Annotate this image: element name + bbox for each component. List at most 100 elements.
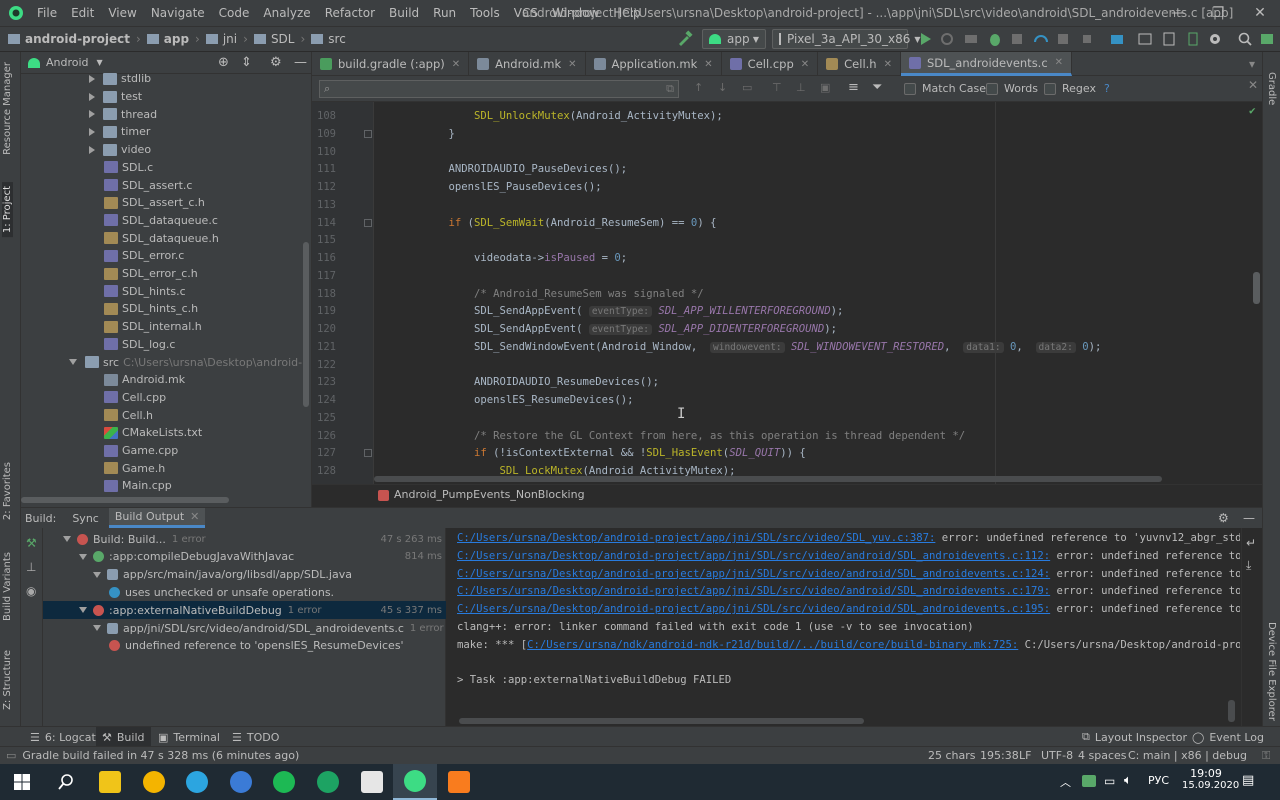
run-config-select[interactable]: app ▼ [702, 29, 766, 49]
apply-changes-icon[interactable] [962, 30, 980, 48]
next-occurrence-icon[interactable]: ↓ [718, 81, 727, 94]
debug-icon[interactable] [986, 30, 1004, 48]
crumb-project[interactable]: android-project [25, 32, 130, 46]
tabs-overflow-icon[interactable]: ▾ [1249, 57, 1255, 71]
project-tree-item[interactable]: video [89, 141, 151, 159]
build-tree-item[interactable]: :app:externalNativeBuildDebug 1 error 45 s… [43, 601, 446, 620]
chevron-down-icon[interactable] [79, 553, 87, 560]
clock[interactable]: 19:09 15.09.2020 [1182, 767, 1239, 791]
menu-file[interactable]: File [30, 6, 64, 20]
pin-icon[interactable]: ⊥ [26, 560, 36, 574]
remove-selection-icon[interactable]: ⊥ [796, 81, 806, 94]
crumb-sdl[interactable]: SDL [271, 32, 295, 46]
editor-tab[interactable]: Application.mk ✕ [586, 52, 722, 76]
close-tab-icon[interactable]: ✕ [452, 59, 460, 70]
make-project-icon[interactable] [676, 30, 694, 48]
taskbar-app[interactable] [262, 764, 306, 800]
code-line[interactable]: SDL_UnlockMutex(Android_ActivityMutex); [423, 110, 723, 122]
tool-terminal[interactable]: ▣ Terminal [158, 727, 220, 747]
locate-icon[interactable]: ⊕ [218, 55, 229, 70]
device-manager-icon[interactable] [1184, 30, 1202, 48]
close-tab-icon[interactable]: ✕ [884, 59, 892, 70]
build-tree-item[interactable]: app/src/main/java/org/libsdl/app/SDL.jav… [43, 566, 446, 584]
close-icon[interactable]: ✕ [1240, 0, 1280, 26]
code-line[interactable]: openslES_ResumeDevices(); [423, 394, 633, 406]
project-tree-item[interactable]: SDL_dataqueue.h [104, 229, 219, 247]
project-tree-item[interactable]: Cell.h [104, 406, 153, 424]
project-tree-item[interactable]: SDL_dataqueue.c [104, 212, 218, 230]
stop-icon[interactable] [1078, 30, 1096, 48]
tool-favorites[interactable]: 2: Favorites [2, 462, 13, 520]
output-link[interactable]: C:/Users/ursna/Desktop/android-project/a… [457, 568, 1050, 580]
hide-panel-icon[interactable]: — [1243, 511, 1255, 525]
project-tree-item[interactable]: timer [89, 123, 150, 141]
menu-tools[interactable]: Tools [463, 6, 507, 20]
tool-layout-inspector[interactable]: ⧉ Layout Inspector [1082, 727, 1187, 747]
project-tree-item[interactable]: test [89, 88, 142, 106]
project-tree-item[interactable]: Game.cpp [104, 442, 178, 460]
scroll-to-end-icon[interactable]: ⤓ [1246, 558, 1251, 573]
chevron-right-icon[interactable] [89, 127, 95, 136]
code-line[interactable]: SDL_SendWindowEvent(Android_Window, wind… [423, 341, 1101, 353]
code-line[interactable]: if (SDL_SemWait(Android_ResumeSem) == 0)… [423, 217, 717, 229]
chevron-down-icon[interactable] [93, 625, 101, 631]
network-icon[interactable]: ▭ [1104, 774, 1115, 788]
filter-lines-icon[interactable]: ≡ [848, 80, 859, 95]
close-tab-icon[interactable]: ✕ [568, 59, 576, 70]
search-button[interactable] [44, 764, 88, 800]
menu-analyze[interactable]: Analyze [256, 6, 317, 20]
soft-wrap-icon[interactable]: ↵ [1246, 536, 1256, 550]
chevron-right-icon[interactable] [89, 145, 95, 154]
start-button[interactable] [0, 764, 44, 800]
project-scrollbar[interactable] [303, 242, 309, 407]
search-icon[interactable] [1236, 30, 1254, 48]
code-line[interactable]: /* Restore the GL Context from here, as … [423, 430, 965, 442]
tab-build-output[interactable]: Build Output ✕ [108, 508, 206, 528]
chevron-right-icon[interactable] [89, 110, 95, 119]
account-icon[interactable] [1258, 30, 1276, 48]
build-tree-item[interactable]: Build: Build... 1 error 47 s 263 ms [43, 530, 446, 548]
output-link[interactable]: C:/Users/ursna/Desktop/android-project/a… [457, 585, 1050, 597]
sdk-manager-icon[interactable] [1160, 30, 1178, 48]
chevron-down-icon[interactable] [93, 571, 101, 578]
taskbar-app[interactable] [393, 764, 438, 800]
editor-tab[interactable]: Android.mk ✕ [469, 52, 586, 76]
close-tab-icon[interactable]: ✕ [1055, 57, 1063, 68]
chevron-down-icon[interactable]: ▼ [97, 58, 103, 67]
tool-structure[interactable]: Z: Structure [2, 650, 13, 710]
add-selection-icon[interactable]: ⊤ [772, 81, 782, 94]
regex-option[interactable]: Regex ? [1044, 82, 1110, 95]
menu-run[interactable]: Run [426, 6, 463, 20]
project-tree-item[interactable]: srcC:\Users\ursna\Desktop\android-projec… [69, 353, 306, 371]
close-tab-icon[interactable]: ✕ [704, 59, 712, 70]
tool-device-file-explorer[interactable]: Device File Explorer [1266, 622, 1277, 721]
build-tree-item[interactable]: :app:compileDebugJavaWithJavac 814 ms [43, 548, 446, 566]
tool-gradle[interactable]: Gradle [1266, 72, 1277, 105]
output-hscrollbar[interactable] [459, 718, 864, 724]
tool-build[interactable]: ⚒ Build [96, 727, 151, 747]
previous-occurrence-icon[interactable]: ↑ [694, 81, 703, 94]
settings-icon[interactable] [1206, 30, 1224, 48]
menu-refactor[interactable]: Refactor [318, 6, 382, 20]
editor-tab[interactable]: SDL_androidevents.c ✕ [900, 52, 1073, 76]
project-tree-item[interactable]: SDL_assert_c.h [104, 194, 205, 212]
tool-event-log[interactable]: ◯ Event Log [1192, 727, 1264, 747]
output-link[interactable]: C:/Users/ursna/Desktop/android-project/a… [457, 532, 935, 544]
status-message[interactable]: ▭ Gradle build failed in 47 s 328 ms (6 m… [6, 747, 299, 764]
hide-panel-icon[interactable]: — [294, 55, 307, 70]
output-link[interactable]: C:/Users/ursna/Desktop/android-project/a… [457, 550, 1050, 562]
code-editor[interactable]: 108 109 110 111 112 113 114 115 116 117 118 119 120 1… [312, 102, 1262, 484]
taskbar-app[interactable] [219, 764, 263, 800]
taskbar-app[interactable] [437, 764, 481, 800]
close-find-icon[interactable]: ✕ [1248, 78, 1258, 92]
chevron-down-icon[interactable] [63, 536, 71, 542]
project-view-mode[interactable]: Android [46, 56, 89, 69]
match-case-option[interactable]: Match Case [904, 82, 986, 95]
tray-overflow-icon[interactable]: ︿ [1060, 774, 1071, 790]
attach-process-icon[interactable] [1054, 30, 1072, 48]
inspection-ok-icon[interactable]: ✔ [1249, 104, 1256, 117]
output-link[interactable]: C:/Users/ursna/ndk/android-ndk-r21d/buil… [527, 639, 1018, 651]
project-tree-item[interactable]: CMakeLists.txt [104, 424, 202, 442]
chevron-right-icon[interactable] [89, 92, 95, 101]
taskbar-app[interactable] [175, 764, 219, 800]
